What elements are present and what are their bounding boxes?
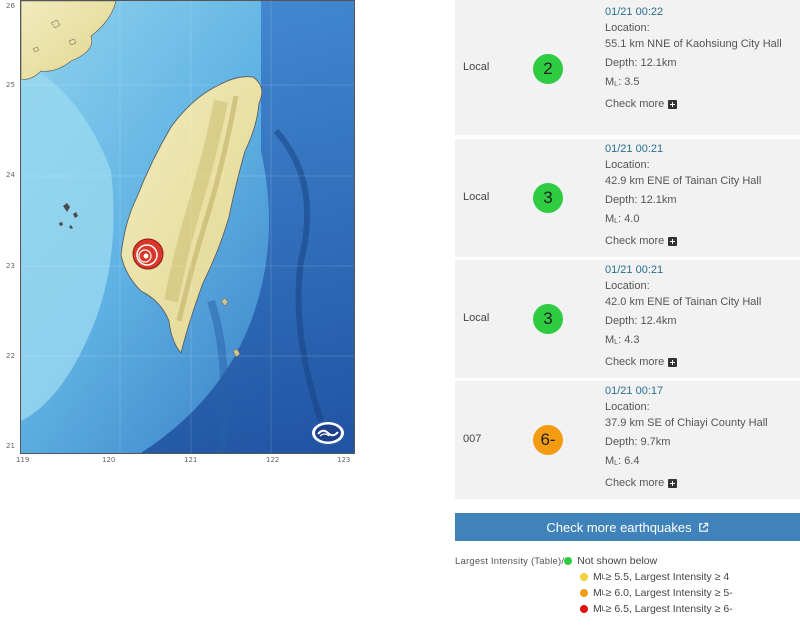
lon-tick: 121: [184, 456, 198, 464]
lon-tick: 122: [266, 456, 280, 464]
intensity-badge: 3: [533, 304, 563, 334]
earthquake-details: 01/21 00:21 Location: 42.0 km ENE of Tai…: [605, 262, 795, 370]
earthquake-map[interactable]: 26 25 24 23 22 21 119 120 121 122 123: [0, 0, 360, 468]
legend-row: Largest Intensity (Table)/ Not shown bel…: [455, 553, 657, 569]
legend-dot-green: [564, 557, 573, 565]
legend-row: ML ≥ 6.5, Largest Intensity ≥ 6-: [580, 601, 733, 617]
legend-text: ≥ 5.5, Largest Intensity ≥ 4: [605, 571, 730, 583]
earthquake-id: Local: [463, 312, 490, 324]
intensity-badge: 3: [533, 183, 563, 213]
check-more-link[interactable]: Check more: [605, 233, 795, 249]
map-frame[interactable]: [20, 0, 355, 454]
intensity-value: 2: [543, 59, 553, 78]
plus-icon: [668, 478, 678, 488]
earthquake-details: 01/21 00:22 Location: 55.1 km NNE of Kao…: [605, 4, 795, 112]
lon-tick: 119: [16, 456, 30, 464]
plus-icon: [668, 357, 678, 367]
external-link-icon: [698, 522, 708, 532]
earthquake-time: 01/21 00:22: [605, 6, 664, 18]
lon-tick: 120: [102, 456, 116, 464]
map-canvas: [21, 1, 354, 453]
location-label: Location:: [605, 401, 650, 413]
earthquake-row[interactable]: Local 3 01/21 00:21 Location: 42.9 km EN…: [455, 139, 800, 257]
check-more-label: Check more: [605, 477, 665, 489]
depth-text: Depth: 12.1km: [605, 57, 677, 69]
intensity-badge: 2: [533, 54, 563, 84]
epicenter-marker-icon[interactable]: [131, 237, 165, 271]
magnitude-text: ML: 4.0: [605, 213, 640, 225]
earthquake-row[interactable]: 007 6- 01/21 00:17 Location: 37.9 km SE …: [455, 381, 800, 499]
legend-title: Largest Intensity (Table)/: [455, 555, 565, 567]
location-label: Location:: [605, 159, 650, 171]
magnitude-text: ML: 4.3: [605, 334, 640, 346]
earthquake-details: 01/21 00:21 Location: 42.9 km ENE of Tai…: [605, 141, 795, 249]
check-more-earthquakes-button[interactable]: Check more earthquakes: [455, 513, 800, 541]
check-more-link[interactable]: Check more: [605, 475, 795, 491]
location-label: Location:: [605, 22, 650, 34]
magnitude-text: ML: 3.5: [605, 76, 640, 88]
intensity-value: 3: [543, 188, 553, 207]
legend-dot-yellow: [580, 573, 588, 581]
intensity-value: 6-: [540, 430, 556, 449]
check-more-link[interactable]: Check more: [605, 354, 795, 370]
cwa-logo-icon: [312, 422, 344, 444]
earthquake-time: 01/21 00:21: [605, 143, 664, 155]
earthquake-row[interactable]: Local 3 01/21 00:21 Location: 42.0 km EN…: [455, 260, 800, 378]
earthquake-id: 007: [463, 433, 482, 445]
intensity-value: 3: [543, 309, 553, 328]
lat-tick: 22: [6, 352, 15, 360]
location-text: 42.0 km ENE of Tainan City Hall: [605, 296, 762, 308]
earthquake-row[interactable]: Local 2 01/21 00:22 Location: 55.1 km NN…: [455, 0, 800, 135]
earthquake-id: Local: [463, 61, 490, 73]
lon-tick: 123: [337, 456, 351, 464]
check-more-label: Check more: [605, 98, 665, 110]
lat-tick: 24: [6, 171, 15, 179]
check-more-earthquakes-label: Check more earthquakes: [546, 519, 692, 535]
legend-row: ML ≥ 6.0, Largest Intensity ≥ 5-: [580, 585, 733, 601]
intensity-badge: 6-: [533, 425, 563, 455]
location-text: 55.1 km NNE of Kaohsiung City Hall: [605, 38, 782, 50]
magnitude-text: ML: 6.4: [605, 455, 640, 467]
check-more-link[interactable]: Check more: [605, 96, 795, 112]
location-label: Location:: [605, 280, 650, 292]
check-more-label: Check more: [605, 235, 665, 247]
check-more-label: Check more: [605, 356, 665, 368]
earthquake-time: 01/21 00:17: [605, 385, 664, 397]
lat-tick: 26: [6, 2, 15, 10]
depth-text: Depth: 9.7km: [605, 436, 671, 448]
lat-tick: 21: [6, 442, 15, 450]
plus-icon: [668, 236, 678, 246]
earthquake-id: Local: [463, 191, 490, 203]
lat-tick: 23: [6, 262, 15, 270]
earthquake-time: 01/21 00:21: [605, 264, 664, 276]
depth-text: Depth: 12.4km: [605, 315, 677, 327]
location-text: 42.9 km ENE of Tainan City Hall: [605, 175, 762, 187]
lat-tick: 25: [6, 81, 15, 89]
location-text: 37.9 km SE of Chiayi County Hall: [605, 417, 768, 429]
legend-text: Not shown below: [577, 555, 658, 567]
plus-icon: [668, 99, 678, 109]
legend-text: ≥ 6.0, Largest Intensity ≥ 5-: [605, 587, 733, 599]
legend-dot-red: [580, 605, 588, 613]
legend-row: ML ≥ 5.5, Largest Intensity ≥ 4: [580, 569, 729, 585]
earthquake-details: 01/21 00:17 Location: 37.9 km SE of Chia…: [605, 383, 795, 491]
legend-text: ≥ 6.5, Largest Intensity ≥ 6-: [605, 603, 733, 615]
depth-text: Depth: 12.1km: [605, 194, 677, 206]
legend-dot-orange: [580, 589, 588, 597]
